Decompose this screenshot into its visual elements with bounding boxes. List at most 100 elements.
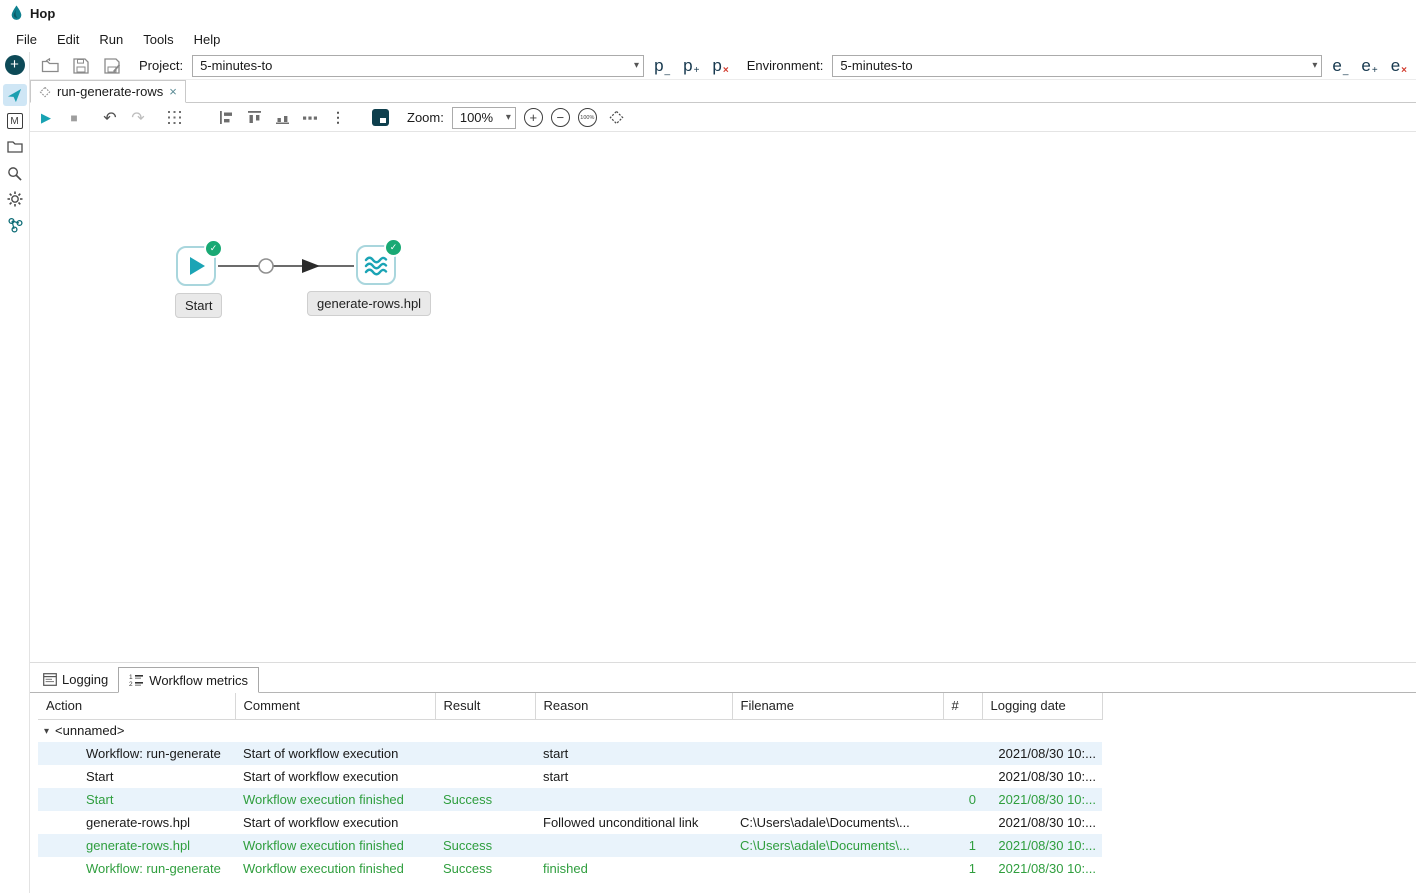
tab-metrics-label: Workflow metrics [149,673,248,688]
tab-run-generate-rows[interactable]: run-generate-rows × [30,80,186,103]
perspective-sidebar: + M [0,52,30,893]
perspective-file-explorer[interactable] [3,136,27,158]
metrics-header-row: Action Comment Result Reason Filename # … [38,693,1102,719]
environment-edit-button[interactable]: e_ [1329,57,1351,74]
project-combo[interactable]: 5-minutes-to ▾ [192,55,644,77]
metrics-row[interactable]: generate-rows.hplWorkflow execution fini… [38,834,1102,857]
execution-results-toggle-button[interactable] [372,109,389,126]
tab-logging[interactable]: Logging [33,666,118,692]
col-action[interactable]: Action [38,693,235,719]
zoom-in-button[interactable]: + [524,108,543,127]
gear-icon [7,191,23,207]
environment-add-button[interactable]: e+ [1358,57,1380,74]
cell-count: 1 [943,834,982,857]
distribute-vertically-button[interactable]: ⋮ [326,107,350,129]
zoom-to-fit-button[interactable] [605,107,629,129]
align-top-button[interactable] [242,107,266,129]
expand-chevron-icon[interactable]: ▾ [44,726,49,737]
zoom-out-button[interactable]: − [551,108,570,127]
save-button[interactable] [69,55,93,77]
cell-reason: Followed unconditional link [535,811,732,834]
col-result[interactable]: Result [435,693,535,719]
cell-action: generate-rows.hpl [38,834,235,857]
snap-to-grid-button[interactable] [162,107,186,129]
perspective-data-orchestration[interactable] [3,84,27,106]
align-left-button[interactable] [214,107,238,129]
success-check-icon: ✓ [386,240,401,255]
cell-reason [535,834,732,857]
grid-icon [168,111,181,124]
main-toolbar: Project: 5-minutes-to ▾ p_ p+ p× Environ… [30,52,1416,80]
save-as-button[interactable] [100,55,124,77]
align-top-icon [248,111,261,124]
redo-button[interactable]: ↷ [126,107,150,129]
col-count[interactable]: # [943,693,982,719]
perspective-plugins[interactable] [3,188,27,210]
zoom-combo[interactable]: 100% ▾ [452,107,516,129]
stop-workflow-button[interactable]: ■ [62,107,86,129]
run-workflow-button[interactable]: ▶ [34,107,58,129]
environment-delete-button[interactable]: e× [1388,57,1410,74]
add-sub-icon: + [1372,66,1378,76]
delete-sub-icon: × [1401,66,1407,76]
node-label-generate-rows[interactable]: generate-rows.hpl [307,291,431,316]
hop-logo-icon [10,5,23,21]
node-start[interactable]: ✓ [176,246,216,286]
perspective-metadata[interactable]: M [3,110,27,132]
menu-tools[interactable]: Tools [133,28,183,51]
cell-result: Success [435,857,535,880]
cell-result: Success [435,834,535,857]
align-left-icon [220,111,233,124]
zoom-out-icon: − [557,110,565,125]
metrics-row[interactable]: Workflow: run-generateStart of workflow … [38,742,1102,765]
menu-help[interactable]: Help [184,28,231,51]
stop-icon: ■ [70,111,77,125]
cell-result [435,742,535,765]
col-filename[interactable]: Filename [732,693,943,719]
perspective-search[interactable] [3,162,27,184]
zoom-100-button[interactable]: 100% [578,108,597,127]
distribute-horizontally-button[interactable] [298,107,322,129]
edit-sub-icon: _ [665,66,671,76]
metrics-row[interactable]: StartWorkflow execution finishedSuccess0… [38,788,1102,811]
cell-comment: Start of workflow execution [235,765,435,788]
col-reason[interactable]: Reason [535,693,732,719]
cell-reason [535,788,732,811]
cell-date: 2021/08/30 10:... [982,857,1102,880]
project-add-button[interactable]: p+ [680,57,702,74]
menu-run[interactable]: Run [89,28,133,51]
metrics-list-icon: 1 2 [129,673,144,687]
cell-date: 2021/08/30 10:... [982,765,1102,788]
project-combo-value: 5-minutes-to [200,58,272,73]
group-row[interactable]: ▾ <unnamed> [38,719,1102,742]
workflow-canvas[interactable]: ✓ Start ✓ generate-rows.hpl [30,132,1416,662]
new-item-button[interactable]: + [5,55,25,75]
metrics-row[interactable]: Workflow: run-generateWorkflow execution… [38,857,1102,880]
metrics-row[interactable]: generate-rows.hplStart of workflow execu… [38,811,1102,834]
align-bottom-button[interactable] [270,107,294,129]
group-label: <unnamed> [55,723,124,738]
cell-result [435,811,535,834]
cell-action: Start [38,765,235,788]
tab-workflow-metrics[interactable]: 1 2 Workflow metrics [118,667,259,693]
project-edit-button[interactable]: p_ [651,57,673,74]
cell-comment: Start of workflow execution [235,811,435,834]
cell-result [435,765,535,788]
col-date[interactable]: Logging date [982,693,1102,719]
node-label-start[interactable]: Start [175,293,222,318]
node-generate-rows[interactable]: ✓ [356,245,396,285]
environment-combo[interactable]: 5-minutes-to ▾ [832,55,1322,77]
project-delete-button[interactable]: p× [709,57,731,74]
undo-icon: ↶ [103,108,116,128]
close-tab-icon[interactable]: × [169,84,177,99]
search-icon [7,166,22,181]
col-comment[interactable]: Comment [235,693,435,719]
undo-button[interactable]: ↶ [98,107,122,129]
menu-file[interactable]: File [6,28,47,51]
open-file-button[interactable] [38,55,62,77]
menu-edit[interactable]: Edit [47,28,89,51]
perspective-neo4j[interactable] [3,214,27,236]
neo4j-graph-icon [7,217,23,233]
document-tab-bar: run-generate-rows × [30,80,1416,103]
metrics-row[interactable]: StartStart of workflow executionstart202… [38,765,1102,788]
